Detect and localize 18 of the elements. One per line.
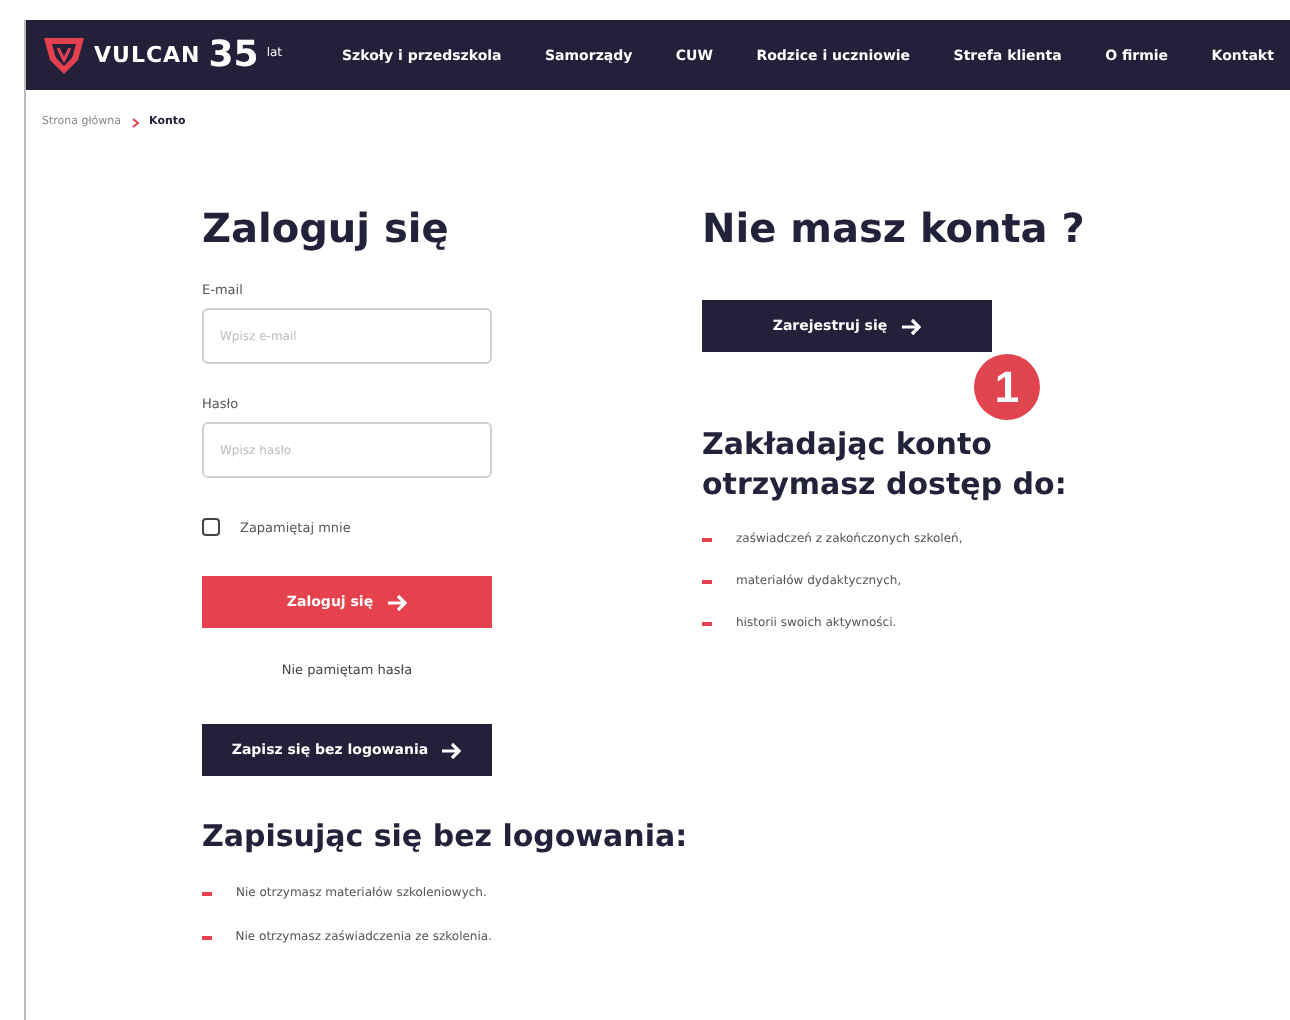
bullet-dash-icon [702,537,712,541]
logo-anniversary-number: 35 [208,34,259,76]
register-heading: Nie masz konta ? [702,202,1087,256]
login-heading: Zaloguj się [202,202,451,256]
arrow-right-icon [442,741,463,759]
bullet-dash-icon [202,935,212,939]
benefits-heading: Zakładając konto otrzymasz dostęp do: [702,424,1069,504]
number-badge: 1 [974,354,1040,420]
shield-logo-icon [42,35,86,75]
checkbox[interactable] [202,518,220,536]
arrow-right-icon [901,317,922,335]
logo-wordmark: VULCAN [94,42,201,68]
bullet-dash-icon [702,579,712,583]
bullet-dash-icon [202,891,212,895]
guest-heading: Zapisując się bez logowania: [202,816,688,856]
arrow-right-icon [387,593,408,611]
chevron-icon [131,117,140,127]
bullet-dash-icon [702,621,712,625]
